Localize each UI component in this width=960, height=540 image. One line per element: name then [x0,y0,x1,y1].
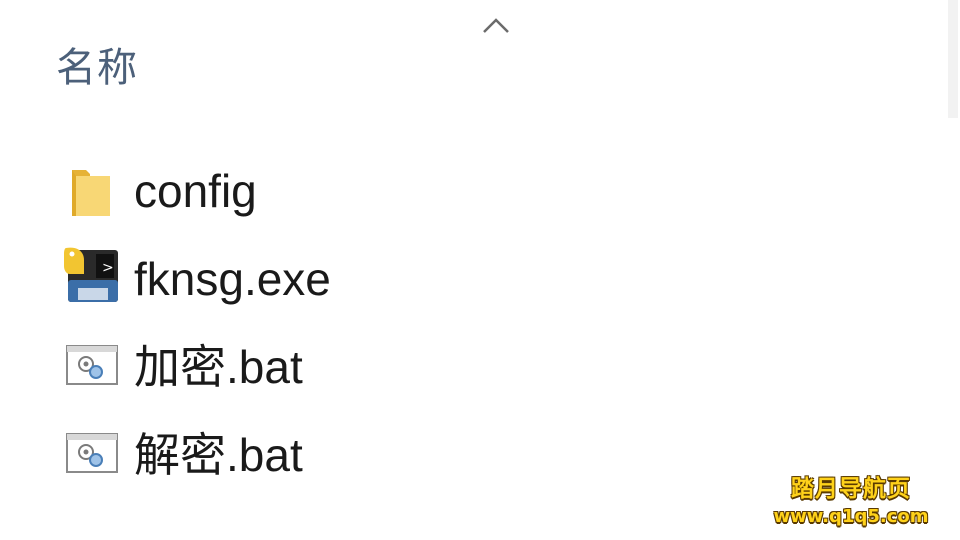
folder-icon [72,170,110,216]
watermark-title: 踏月导航页 [791,476,911,502]
list-item-config[interactable]: config [0,148,900,234]
batch-file-icon [66,345,118,385]
file-name[interactable]: 解密.bat [134,416,303,494]
watermark: 踏月导航页 www.q1q5.com [756,474,946,530]
sort-ascending-icon[interactable] [481,16,511,36]
watermark-url: www.q1q5.com [773,506,929,527]
file-name[interactable]: 加密.bat [134,328,303,406]
file-name[interactable]: fknsg.exe [134,240,331,318]
column-divider[interactable] [948,0,958,118]
list-item-fknsg-exe[interactable]: > fknsg.exe [0,236,900,322]
column-header-name[interactable]: 名称 [56,40,138,96]
list-item-encrypt-bat[interactable]: 加密.bat [0,324,900,410]
svg-text:>: > [102,260,114,276]
batch-file-icon [66,433,118,473]
python-exe-icon: > [64,247,118,302]
file-name[interactable]: config [134,152,257,230]
